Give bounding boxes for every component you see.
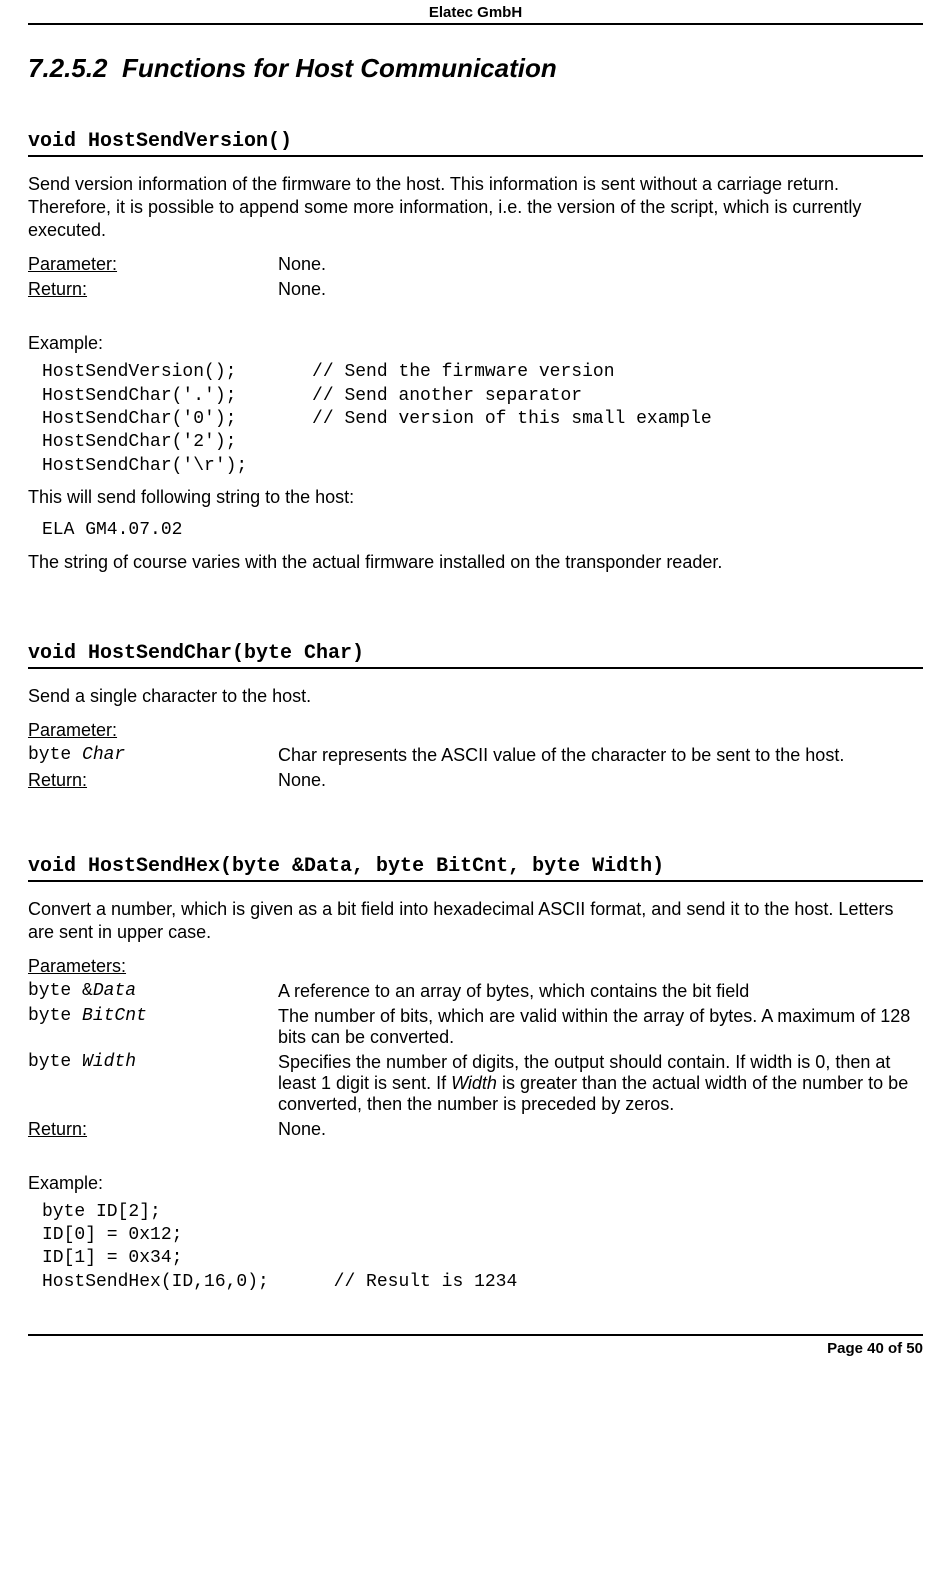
func-hostsendhex-desc: Convert a number, which is given as a bi… bbox=[28, 898, 923, 944]
example-label: Example: bbox=[28, 332, 923, 355]
return-value: None. bbox=[278, 1117, 923, 1142]
func-hostsendchar-desc: Send a single character to the host. bbox=[28, 685, 923, 708]
code-output: ELA GM4.07.02 bbox=[42, 519, 923, 542]
return-value: None. bbox=[278, 277, 326, 302]
param-name: byte Width bbox=[28, 1050, 278, 1117]
param-name: byte &Data bbox=[28, 979, 278, 1004]
param-value: None. bbox=[278, 252, 326, 277]
func-hostsendversion-params: Parameter: None. Return: None. bbox=[28, 252, 326, 302]
result-intro: This will send following string to the h… bbox=[28, 486, 923, 509]
page-number: Page 40 of 50 bbox=[28, 1336, 923, 1357]
param-desc: Char represents the ASCII value of the c… bbox=[278, 743, 844, 768]
func-hostsendhex-signature: void HostSendHex(byte &Data, byte BitCnt… bbox=[28, 855, 923, 882]
result-note: The string of course varies with the act… bbox=[28, 551, 923, 574]
return-label: Return: bbox=[28, 279, 87, 299]
code-block: byte ID[2]; ID[0] = 0x12; ID[1] = 0x34; … bbox=[42, 1201, 923, 1295]
func-hostsendversion-signature: void HostSendVersion() bbox=[28, 130, 923, 157]
running-header: Elatec GmbH bbox=[28, 0, 923, 25]
func-hostsendhex-params: Parameters: byte &Data A reference to an… bbox=[28, 954, 923, 1142]
return-value: None. bbox=[278, 768, 844, 793]
params-label: Parameters: bbox=[28, 956, 126, 976]
param-desc: The number of bits, which are valid with… bbox=[278, 1004, 923, 1050]
section-number: 7.2.5.2 bbox=[28, 53, 108, 83]
code-block: HostSendVersion(); // Send the firmware … bbox=[42, 361, 923, 478]
page: Elatec GmbH 7.2.5.2 Functions for Host C… bbox=[0, 0, 951, 1589]
func-hostsendchar-signature: void HostSendChar(byte Char) bbox=[28, 642, 923, 669]
param-label: Parameter: bbox=[28, 720, 117, 740]
func-hostsendversion-desc: Send version information of the firmware… bbox=[28, 173, 923, 242]
func-hostsendchar-params: Parameter: byte Char Char represents the… bbox=[28, 718, 844, 793]
return-label: Return: bbox=[28, 1119, 87, 1139]
param-desc: Specifies the number of digits, the outp… bbox=[278, 1050, 923, 1117]
section-title-text: Functions for Host Communication bbox=[122, 53, 557, 83]
section-heading: 7.2.5.2 Functions for Host Communication bbox=[28, 53, 923, 84]
param-name: byte Char bbox=[28, 743, 278, 768]
example-label: Example: bbox=[28, 1172, 923, 1195]
return-label: Return: bbox=[28, 770, 87, 790]
param-label: Parameter: bbox=[28, 254, 117, 274]
param-name: byte BitCnt bbox=[28, 1004, 278, 1050]
param-desc: A reference to an array of bytes, which … bbox=[278, 979, 923, 1004]
